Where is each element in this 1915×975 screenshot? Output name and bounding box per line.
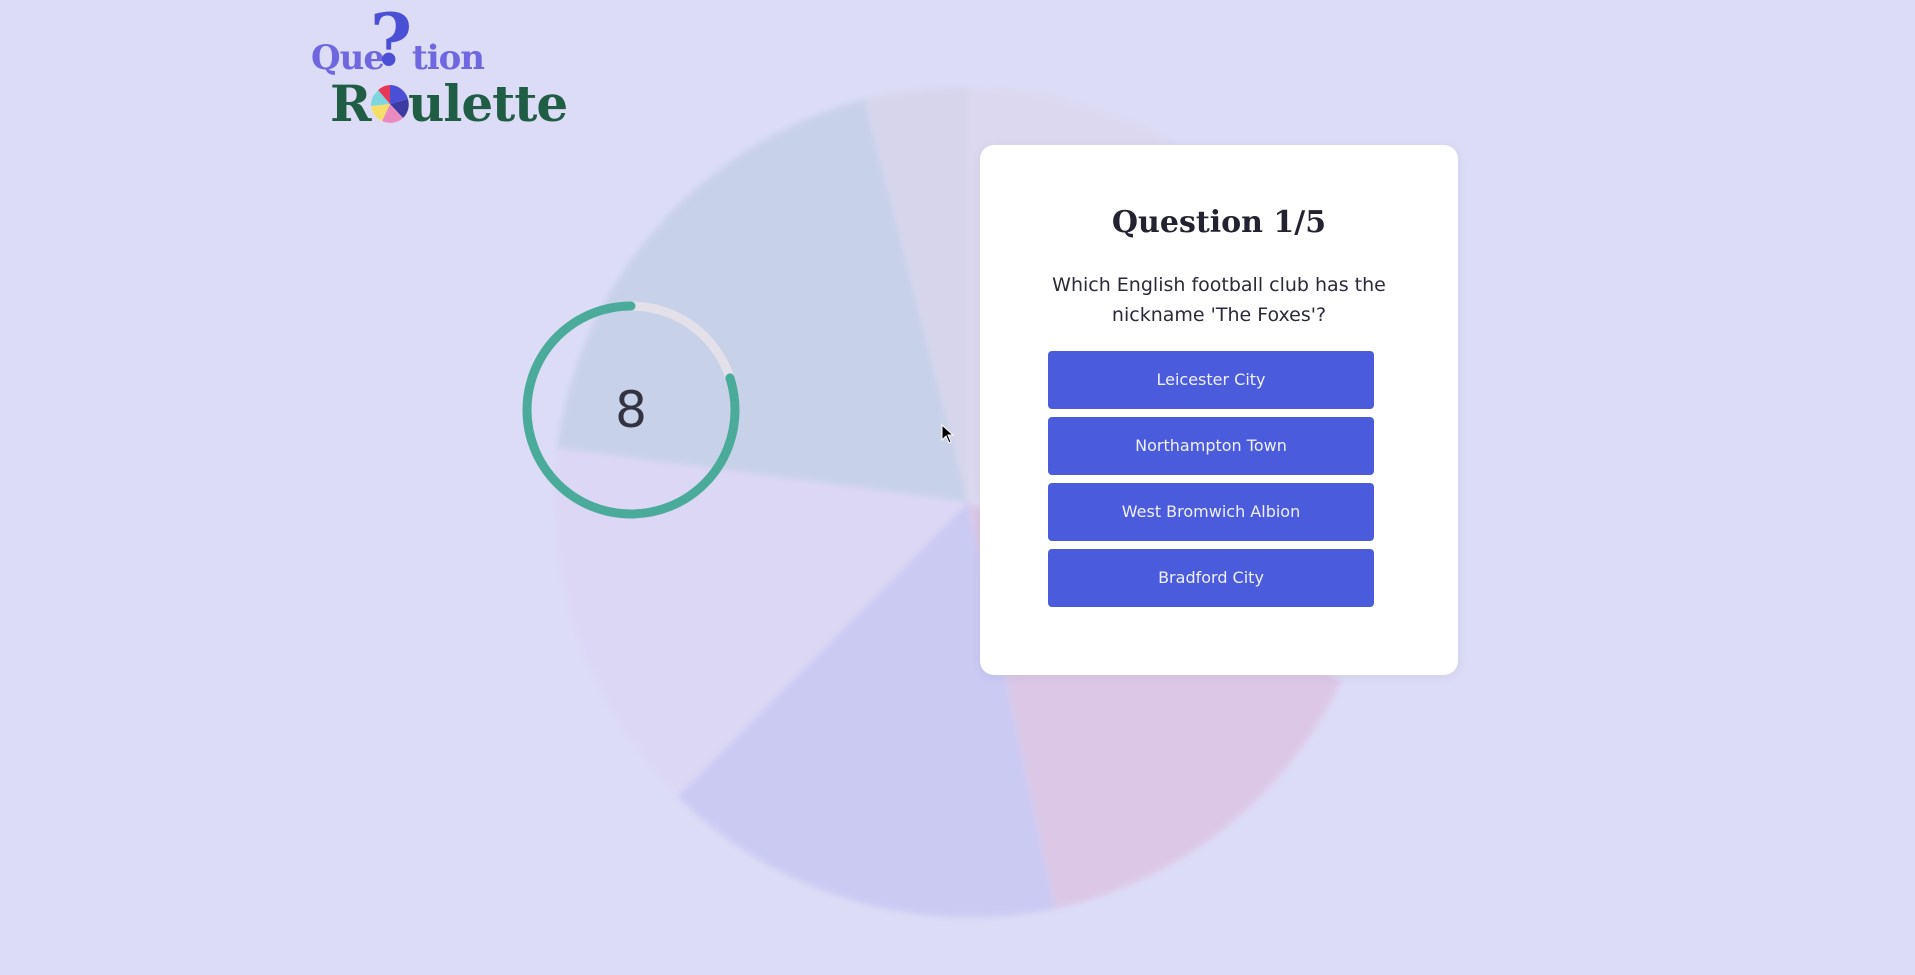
countdown-timer: 8 <box>520 299 742 521</box>
logo-text-r: R <box>330 74 372 133</box>
question-roulette-logo: Que ? tion R ulette <box>308 4 568 134</box>
question-card: Question 1/5 Which English football club… <box>980 145 1458 675</box>
mouse-pointer-icon <box>941 424 955 444</box>
timer-seconds: 8 <box>615 381 647 439</box>
app-root: Que ? tion R ulette 8 Question 1/5 Which… <box>0 0 1915 975</box>
logo-text-tion: tion <box>412 38 485 78</box>
answer-button-1[interactable]: Leicester City <box>1048 351 1374 409</box>
question-text: Which English football club has the nick… <box>1052 274 1386 326</box>
answer-button-4[interactable]: Bradford City <box>1048 549 1374 607</box>
logo-text-ulette: ulette <box>408 74 568 133</box>
logo-question-mark: ? <box>370 0 413 82</box>
answer-button-3[interactable]: West Bromwich Albion <box>1048 483 1374 541</box>
question-title: Question 1/5 <box>1111 205 1327 240</box>
answer-button-2[interactable]: Northampton Town <box>1048 417 1374 475</box>
roulette-ball-icon <box>370 85 409 123</box>
